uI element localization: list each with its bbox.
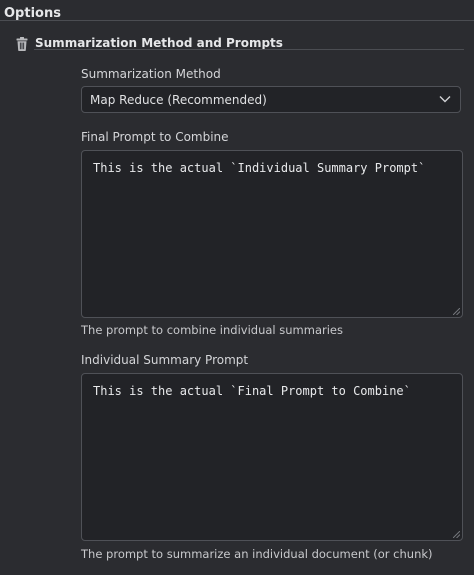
section-title: Summarization Method and Prompts (35, 36, 283, 50)
options-title: Options (4, 6, 61, 21)
final-prompt-help: The prompt to combine individual summari… (81, 323, 343, 337)
final-prompt-value: This is the actual `Individual Summary P… (93, 161, 426, 175)
summarization-method-select[interactable]: Map Reduce (Recommended) (81, 86, 461, 113)
options-header: Options (0, 0, 474, 22)
options-divider (0, 20, 474, 21)
final-prompt-label: Final Prompt to Combine (81, 130, 229, 144)
individual-prompt-textarea[interactable]: This is the actual `Final Prompt to Comb… (81, 373, 463, 541)
trash-icon[interactable] (16, 37, 28, 51)
section-divider (34, 49, 464, 50)
final-prompt-textarea[interactable]: This is the actual `Individual Summary P… (81, 150, 463, 318)
chevron-down-icon (439, 96, 451, 103)
resize-handle-icon[interactable] (453, 531, 460, 538)
summarization-method-label: Summarization Method (81, 67, 221, 81)
individual-prompt-value: This is the actual `Final Prompt to Comb… (93, 384, 411, 398)
individual-prompt-help: The prompt to summarize an individual do… (81, 547, 433, 561)
individual-prompt-label: Individual Summary Prompt (81, 353, 249, 367)
summarization-method-value: Map Reduce (Recommended) (90, 93, 267, 107)
resize-handle-icon[interactable] (453, 308, 460, 315)
